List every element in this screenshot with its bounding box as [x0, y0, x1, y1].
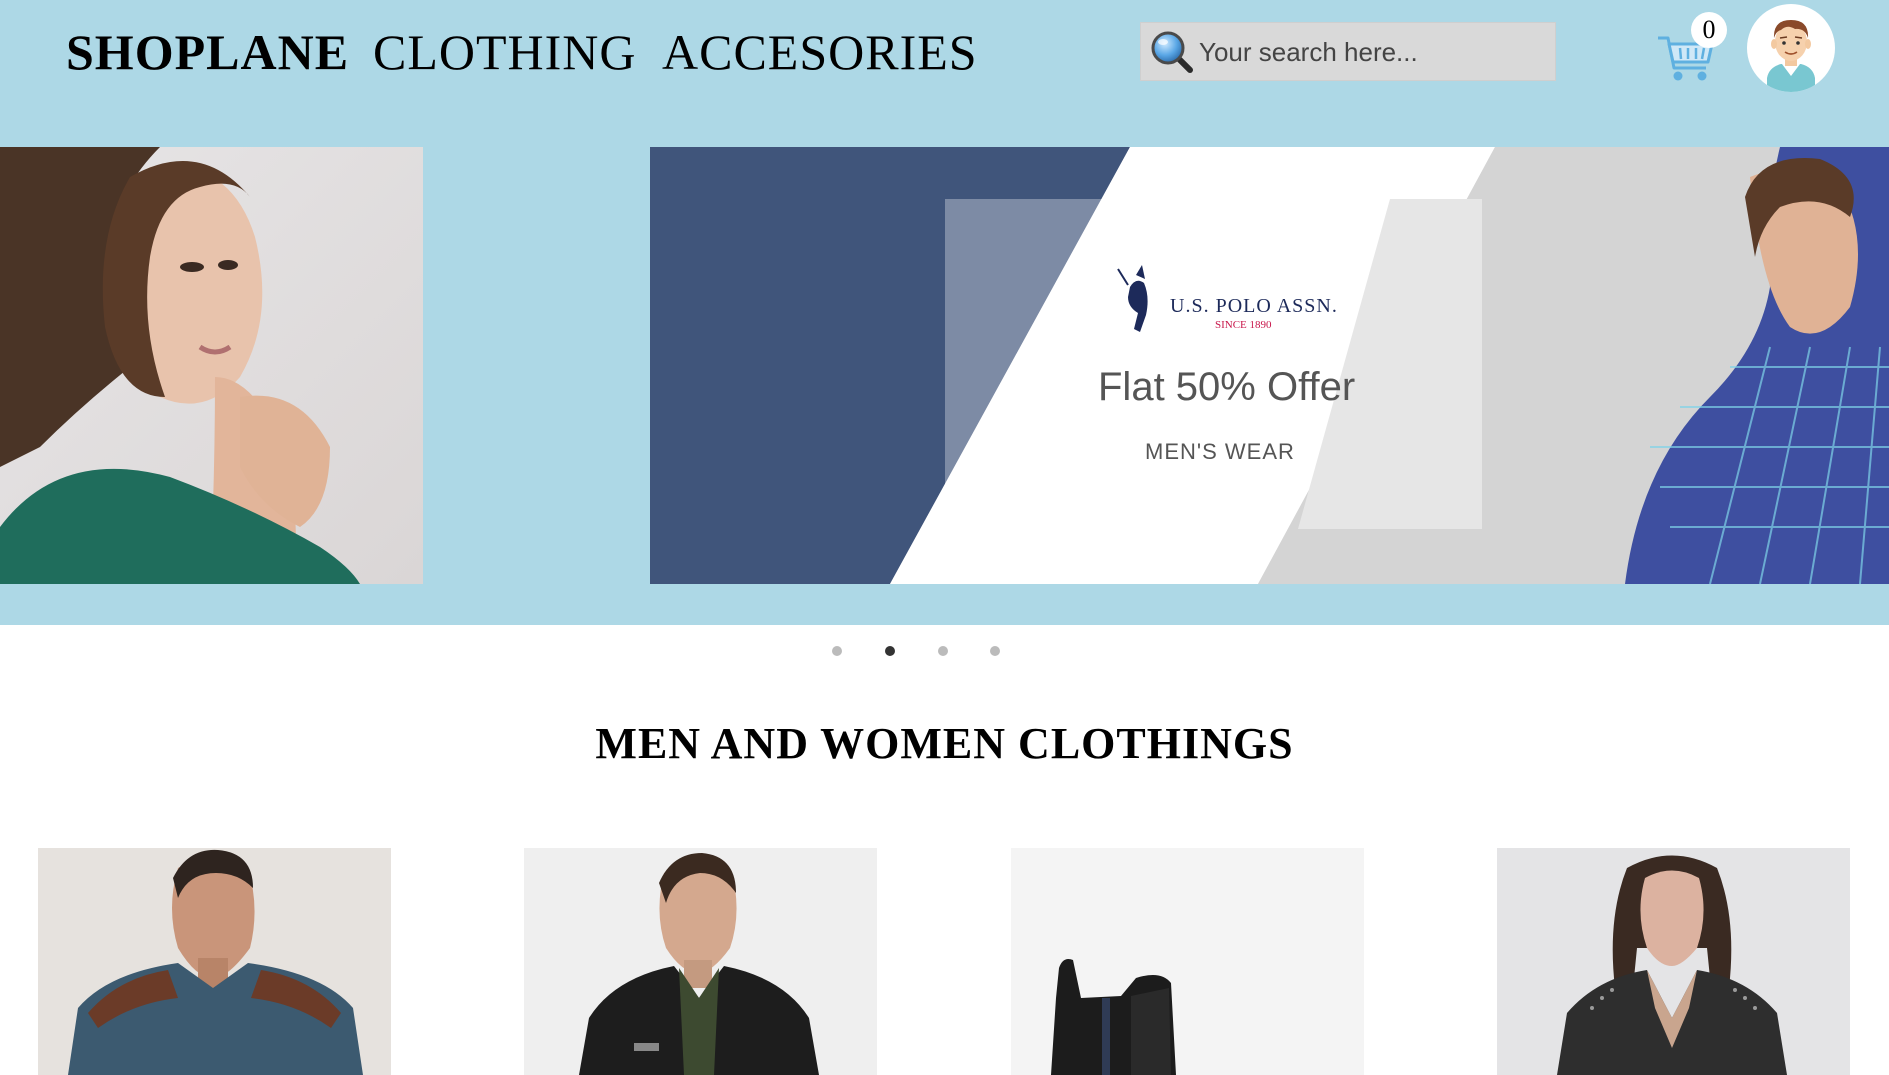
- woman-portrait-image: [0, 147, 360, 584]
- nav-clothing-link[interactable]: CLOTHING: [373, 22, 637, 82]
- hero-carousel[interactable]: U.S. POLO ASSN. SINCE 1890 Flat 50% Offe…: [0, 147, 1889, 625]
- user-avatar-button[interactable]: [1747, 4, 1835, 92]
- search-box: [1140, 22, 1556, 81]
- promo-offer-text: Flat 50% Offer: [1098, 365, 1356, 409]
- user-avatar-icon: [1767, 20, 1815, 92]
- brand-logo-link[interactable]: SHOPLANE: [66, 22, 349, 82]
- carousel-indicators: [0, 646, 1889, 658]
- product-card-4[interactable]: [1497, 848, 1850, 1075]
- product-card-2[interactable]: [524, 848, 877, 1075]
- carousel-dot-1[interactable]: [832, 646, 842, 656]
- carousel-dot-2[interactable]: [885, 646, 895, 656]
- product-card-3[interactable]: [1011, 848, 1364, 1075]
- carousel-slide-previous[interactable]: [0, 147, 423, 584]
- product-card-1[interactable]: [38, 848, 391, 1075]
- product-image-sweater: [38, 848, 391, 1075]
- site-header: SHOPLANE CLOTHING ACCESORIES 0: [0, 0, 1889, 147]
- search-input[interactable]: [1199, 29, 1549, 75]
- carousel-dot-3[interactable]: [938, 646, 948, 656]
- promo-brand-name: U.S. POLO ASSN.: [1170, 295, 1338, 317]
- promo-brand-since: SINCE 1890: [1215, 319, 1272, 331]
- promo-subtitle: MEN'S WEAR: [1145, 439, 1295, 464]
- product-image-boots: [1011, 848, 1364, 1075]
- product-image-leather-jacket: [1497, 848, 1850, 1075]
- nav-accessories-link[interactable]: ACCESORIES: [662, 22, 978, 82]
- carousel-dot-4[interactable]: [990, 646, 1000, 656]
- section-title: MEN AND WOMEN CLOTHINGS: [595, 719, 1294, 768]
- product-image-jacket: [524, 848, 877, 1075]
- carousel-slide-active[interactable]: U.S. POLO ASSN. SINCE 1890 Flat 50% Offe…: [650, 147, 1889, 584]
- cart-count-badge: 0: [1691, 12, 1727, 48]
- search-icon[interactable]: [1149, 29, 1195, 75]
